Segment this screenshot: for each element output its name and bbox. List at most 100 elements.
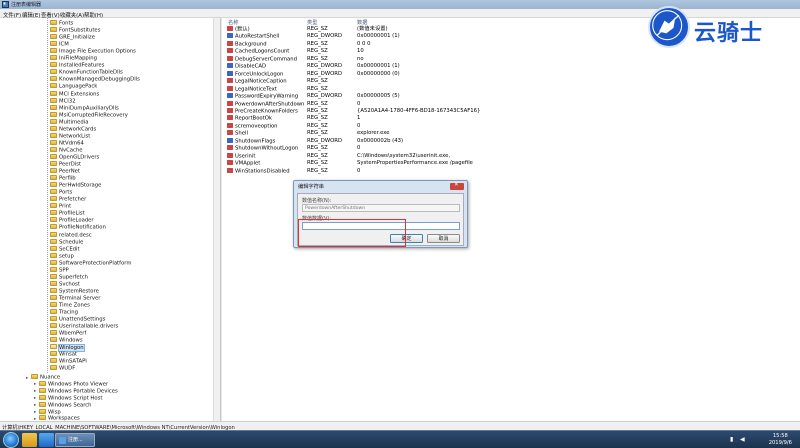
folder-icon (50, 252, 57, 258)
folder-icon (50, 189, 57, 195)
cancel-button[interactable]: 取消 (427, 234, 460, 243)
header-name[interactable]: 名称 (228, 19, 238, 26)
tree-item-label: WbemPerf (59, 330, 87, 337)
value-row[interactable]: VMApplet REG_SZ SystemPropertiesPerformanc… (222, 160, 800, 168)
tree-item-label: related.desc (59, 232, 92, 238)
value-name: DebugServerCommand (235, 56, 298, 63)
value-name: DisableCAD (235, 63, 267, 70)
value-row[interactable]: scremoveoption REG_SZ 0 (222, 122, 800, 131)
value-row[interactable]: ReportBootOk REG_SZ 1 (222, 115, 800, 123)
folder-icon (50, 330, 57, 336)
string-value-icon (227, 160, 233, 166)
value-row[interactable]: DebugServerCommand REG_SZ no (222, 55, 800, 64)
value-row[interactable]: LegalNoticeText REG_SZ (222, 85, 800, 94)
tree-scrollbar[interactable] (213, 18, 220, 421)
folder-icon (50, 104, 57, 110)
network-icon[interactable]: ▮ (730, 437, 736, 443)
tree-item-label: Ports (59, 189, 73, 196)
value-type: REG_DWORD (307, 33, 343, 40)
knight-logo-icon (648, 6, 690, 48)
tree-item-label: SoftwareProtectionPlatform (59, 260, 132, 267)
folder-icon (50, 323, 57, 329)
tree-item-label: PeerNet (59, 168, 80, 175)
value-row[interactable]: PreCreateKnownFolders REG_SZ {A520A1A4-178… (222, 107, 800, 116)
status-bar: 计算机\HKEY_LOCAL_MACHINE\SOFTWARE\Microsof… (0, 421, 800, 431)
value-row[interactable]: ForceUnlockLogon REG_DWORD 0x00000000 (0) (222, 70, 800, 79)
header-type[interactable]: 类型 (307, 19, 317, 26)
tree-item-label: GRE_Initialize (59, 34, 95, 41)
value-row[interactable]: PowerdownAfterShutdown REG_SZ 0 (222, 100, 800, 109)
value-row[interactable]: PasswordExpiryWarning REG_DWORD 0x00000005… (222, 93, 800, 101)
registry-tree[interactable]: Fonts FontSubstitutes GRE_Initialize ICM Ima… (0, 18, 221, 421)
red-highlight-box (298, 219, 406, 247)
value-data: C:\Windows\system32\userinit.exe, (357, 152, 451, 159)
tree-item-label: ICM (59, 41, 69, 48)
tree-item-label: Windows Photo Viewer (48, 381, 109, 388)
folder-icon (50, 365, 57, 371)
dialog-close-button[interactable] (450, 182, 464, 190)
clock[interactable]: 15:58 2019/9/6 (769, 433, 792, 446)
tree-item-label: Windows Search (48, 402, 92, 409)
folder-icon (39, 394, 46, 400)
folder-icon (50, 358, 57, 364)
folder-icon (50, 161, 57, 166)
value-row[interactable]: ShutdownWithoutLogon REG_SZ 0 (222, 145, 800, 153)
tree-item-label: Image File Execution Options (59, 48, 136, 55)
regedit-icon (2, 1, 9, 8)
folder-icon (50, 266, 57, 272)
tree-item-label: ProfileNotification (59, 224, 106, 231)
tree-item-label: PeerDist (59, 161, 82, 168)
value-data: 0x00000000 (0) (357, 70, 400, 77)
tree-item-label: OpenGLDrivers (59, 154, 100, 161)
tree-item-label: InstalledFeatures (59, 62, 105, 69)
browser-taskbar-icon[interactable] (39, 433, 54, 447)
tree-guide-line (47, 18, 48, 373)
tree-item-label: Svchost (59, 281, 80, 288)
value-row[interactable]: LegalNoticeCaption REG_SZ (222, 78, 800, 86)
folder-icon (50, 203, 57, 209)
tree-item-label: NetworkCards (59, 126, 97, 133)
tree-item-label: IniFileMapping (59, 55, 97, 62)
expand-arrow-icon[interactable]: ▸ (26, 375, 30, 382)
value-type: REG_SZ (307, 78, 328, 85)
folder-icon (50, 287, 57, 293)
folder-icon (50, 182, 57, 188)
value-type: REG_SZ (307, 100, 328, 107)
dword-value-icon (227, 33, 233, 39)
value-row[interactable]: Userinit REG_SZ C:\Windows\system32\userin… (222, 152, 800, 161)
value-name: Userinit (235, 153, 256, 160)
value-name: PasswordExpiryWarning (235, 93, 299, 100)
folder-icon (50, 139, 57, 145)
tree-item-label: MCI Extensions (59, 91, 100, 97)
value-row[interactable]: Shell REG_SZ explorer.exe (222, 130, 800, 138)
dialog-title: 编辑字符串 (298, 184, 324, 190)
value-row[interactable]: DisableCAD REG_DWORD 0x00000001 (1) (222, 63, 800, 71)
regedit-taskbar-button[interactable]: 注册... (55, 433, 95, 447)
folder-icon (50, 175, 57, 181)
folder-icon (50, 210, 57, 216)
value-type: REG_SZ (307, 122, 328, 129)
value-name: ReportBootOk (235, 115, 272, 122)
folder-icon (39, 401, 46, 407)
volume-icon[interactable]: ◀ (740, 437, 746, 443)
tree-item-label: ProfileList (59, 210, 85, 217)
value-row[interactable]: WinStationsDisabled REG_SZ 0 (222, 167, 800, 176)
value-data: SystemPropertiesPerformance.exe /pagefil… (357, 160, 473, 167)
tree-item-label: NetworkList (59, 133, 91, 140)
string-value-icon (227, 107, 233, 113)
tree-item-label: Windows Script Host (48, 395, 103, 402)
tree-item-label: Perflib (59, 175, 76, 182)
explorer-taskbar-icon[interactable] (22, 433, 37, 447)
header-data[interactable]: 数据 (357, 19, 367, 26)
value-type: REG_SZ (307, 40, 328, 47)
value-type: REG_SZ (307, 85, 328, 92)
value-data: 0 (357, 167, 361, 174)
tree-item[interactable]: WUDF (50, 365, 75, 372)
value-name: Shell (235, 130, 248, 137)
string-value-icon (227, 26, 233, 31)
value-name: Background (235, 41, 267, 48)
value-type: REG_SZ (307, 145, 328, 152)
start-button[interactable] (3, 432, 19, 448)
tree-item-label: Prefetcher (59, 196, 87, 203)
value-row[interactable]: ShutdownFlags REG_DWORD 0x0000002b (43) (222, 137, 800, 146)
